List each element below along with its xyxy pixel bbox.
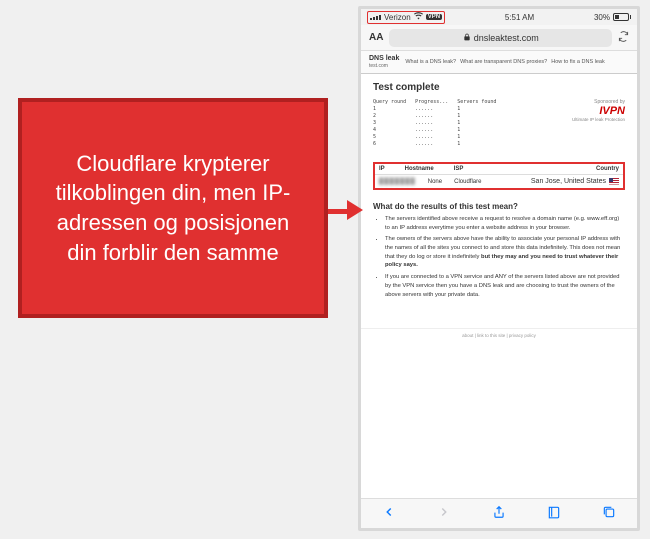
cell-country: San Jose, United States <box>531 178 619 185</box>
cell-hostname: None <box>428 179 442 185</box>
sponsor-logo[interactable]: IVPN <box>572 105 625 117</box>
forward-icon[interactable] <box>437 505 451 522</box>
phone-frame: Verizon VPN 5:51 AM 30% AA dnsleaktest.c… <box>358 6 640 531</box>
callout-box: Cloudflare krypterer tilkoblingen din, m… <box>18 98 328 318</box>
bookmarks-icon[interactable] <box>547 505 561 522</box>
status-left: Verizon VPN <box>367 11 445 24</box>
cell-ip: ███████ <box>379 179 416 185</box>
test-stats: Query round Progress... Servers found 1 … <box>373 99 496 148</box>
col-country: Country <box>596 166 619 172</box>
col-isp: ISP <box>454 166 464 172</box>
flag-us-icon <box>609 178 619 185</box>
carrier-label: Verizon <box>384 13 411 22</box>
table-header: IP Hostname ISP Country <box>375 164 623 175</box>
nav-link-proxies[interactable]: What are transparent DNS proxies? <box>460 59 547 65</box>
url-field[interactable]: dnsleaktest.com <box>389 29 612 47</box>
test-title: Test complete <box>373 82 625 93</box>
site-header: DNS leak test.com What is a DNS leak? Wh… <box>361 51 637 74</box>
list-item: The owners of the servers above have the… <box>385 235 625 270</box>
signal-icon <box>370 15 381 20</box>
nav-links: What is a DNS leak? What are transparent… <box>405 59 604 65</box>
tabs-icon[interactable] <box>602 505 616 522</box>
back-icon[interactable] <box>382 505 396 522</box>
explain-section: What do the results of this test mean? T… <box>361 196 637 308</box>
nav-link-what-is[interactable]: What is a DNS leak? <box>405 59 456 65</box>
result-table: IP Hostname ISP Country ███████ None Clo… <box>373 162 625 190</box>
battery-icon <box>613 13 631 21</box>
cell-isp: Cloudflare <box>454 179 481 185</box>
status-bar: Verizon VPN 5:51 AM 30% <box>361 9 637 25</box>
url-bar: AA dnsleaktest.com <box>361 25 637 51</box>
test-section: Test complete Query round Progress... Se… <box>361 74 637 156</box>
list-item: If you are connected to a VPN service an… <box>385 273 625 299</box>
battery-percent: 30% <box>594 13 610 22</box>
list-item: The servers identified above receive a r… <box>385 215 625 232</box>
site-logo[interactable]: DNS leak test.com <box>369 55 399 69</box>
refresh-icon[interactable] <box>618 31 629 45</box>
callout-arrow <box>325 200 363 220</box>
status-time: 5:51 AM <box>505 13 534 22</box>
page-content: DNS leak test.com What is a DNS leak? Wh… <box>361 51 637 498</box>
stats-row: Query round Progress... Servers found 1 … <box>373 99 625 148</box>
safari-toolbar <box>361 498 637 528</box>
vpn-badge: VPN <box>426 14 442 20</box>
col-ip: IP <box>379 166 385 172</box>
status-right: 30% <box>594 13 631 22</box>
callout-text: Cloudflare krypterer tilkoblingen din, m… <box>40 149 306 268</box>
col-hostname: Hostname <box>405 166 434 172</box>
table-row: ███████ None Cloudflare San Jose, United… <box>375 175 623 188</box>
url-domain: dnsleaktest.com <box>474 33 539 43</box>
wifi-icon <box>414 12 423 23</box>
lock-icon <box>463 33 471 43</box>
explain-title: What do the results of this test mean? <box>373 202 625 211</box>
explain-list: The servers identified above receive a r… <box>373 215 625 299</box>
nav-link-fix[interactable]: How to fix a DNS leak <box>551 59 605 65</box>
page-footer[interactable]: about | link to this site | privacy poli… <box>361 328 637 342</box>
sponsor-block: Sponsored by IVPN Ultimate IP leak Prote… <box>572 99 625 122</box>
reader-button[interactable]: AA <box>369 32 383 43</box>
share-icon[interactable] <box>492 505 506 522</box>
